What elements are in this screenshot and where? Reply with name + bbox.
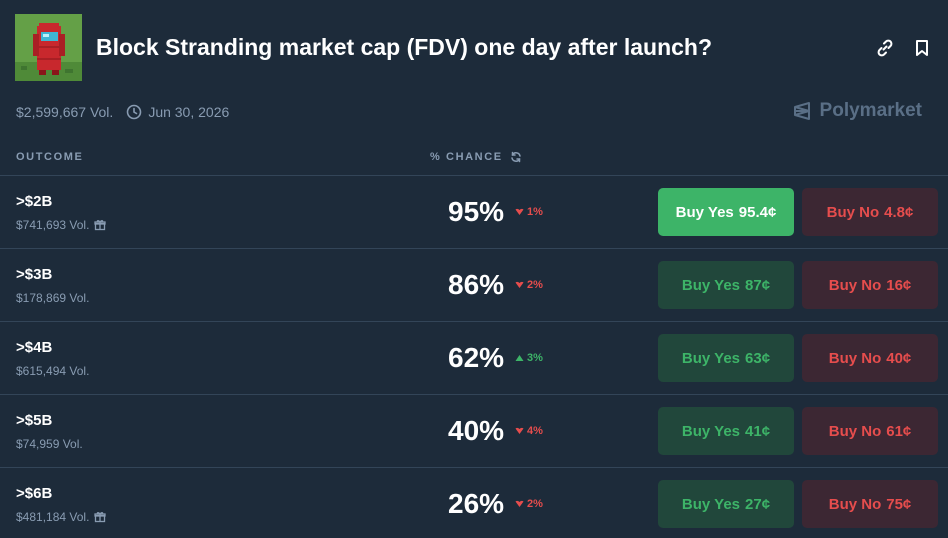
trend-down-icon (515, 500, 524, 507)
total-volume: $2,599,667 Vol. (16, 104, 114, 120)
buy-no-label: Buy No (828, 495, 882, 513)
outcome-chance: 86% (448, 269, 505, 300)
outcome-row[interactable]: >$2B $741,693 Vol. 95% 1% Buy Yes 95.4¢ Buy No… (0, 175, 948, 248)
buy-yes-button[interactable]: Buy Yes 41¢ (658, 407, 794, 455)
outcome-volume-text: $741,693 Vol. (16, 218, 90, 232)
buy-no-price: 40¢ (886, 349, 912, 367)
polymarket-icon (793, 102, 810, 120)
brand-name: Polymarket (819, 100, 922, 121)
outcome-volume: $74,959 Vol. (16, 437, 83, 451)
outcome-label: >$3B (16, 266, 53, 283)
buy-no-button[interactable]: Buy No 75¢ (802, 480, 938, 528)
buy-yes-price: 41¢ (745, 422, 771, 440)
buy-yes-label: Buy Yes (681, 349, 741, 367)
end-date-text: Jun 30, 2026 (148, 104, 230, 120)
buy-yes-price: 87¢ (745, 276, 771, 294)
outcome-column-header: OUTCOME (16, 151, 84, 163)
gift-icon (94, 219, 107, 231)
buy-yes-label: Buy Yes (681, 276, 741, 294)
outcome-row[interactable]: >$5B $74,959 Vol. 40% 4% Buy Yes 41¢ Buy No 61¢ (0, 394, 948, 467)
trend-down-icon (515, 208, 524, 215)
link-icon[interactable] (875, 38, 895, 58)
outcome-row[interactable]: >$4B $615,494 Vol. 62% 3% Buy Yes 63¢ Buy No 40… (0, 321, 948, 394)
chance-change: 2% (515, 498, 543, 510)
buy-yes-button[interactable]: Buy Yes 87¢ (658, 261, 794, 309)
outcome-row[interactable]: >$6B $481,184 Vol. 26% 2% Buy Yes 27¢ Buy No 75… (0, 467, 948, 538)
gift-icon (94, 511, 107, 523)
buy-yes-button[interactable]: Buy Yes 27¢ (658, 480, 794, 528)
chance-change-value: 1% (527, 206, 543, 218)
clock-icon (127, 104, 142, 120)
chance-change-value: 3% (527, 352, 543, 364)
trend-up-icon (515, 355, 524, 361)
buy-no-label: Buy No (826, 203, 880, 221)
buy-yes-label: Buy Yes (675, 203, 734, 221)
outcome-volume-text: $615,494 Vol. (16, 364, 90, 378)
outcome-volume-text: $74,959 Vol. (16, 437, 83, 451)
trend-down-icon (515, 427, 524, 434)
outcome-volume-text: $481,184 Vol. (16, 510, 90, 524)
outcome-label: >$2B (16, 193, 53, 210)
buy-no-button[interactable]: Buy No 4.8¢ (802, 188, 938, 236)
chance-change-value: 4% (527, 425, 543, 437)
buy-no-price: 75¢ (886, 495, 912, 513)
chance-change: 4% (515, 425, 543, 437)
outcome-label: >$4B (16, 339, 53, 356)
outcome-chance: 26% (448, 488, 505, 519)
polymarket-logo[interactable]: Polymarket (791, 100, 922, 122)
outcome-volume: $481,184 Vol. (16, 510, 107, 524)
buy-yes-price: 27¢ (745, 495, 771, 513)
buy-yes-button[interactable]: Buy Yes 63¢ (658, 334, 794, 382)
outcome-volume: $741,693 Vol. (16, 218, 107, 232)
outcome-volume-text: $178,869 Vol. (16, 291, 90, 305)
buy-no-price: 4.8¢ (884, 203, 914, 221)
outcome-label: >$5B (16, 412, 53, 429)
outcome-volume: $178,869 Vol. (16, 291, 89, 305)
outcome-volume: $615,494 Vol. (16, 364, 89, 378)
chance-column-header: % CHANCE (430, 151, 522, 163)
chance-change-value: 2% (527, 279, 543, 291)
bookmark-icon[interactable] (912, 38, 932, 58)
chance-change-value: 2% (527, 498, 543, 510)
outcome-chance: 40% (448, 415, 505, 446)
pixel-character-icon (15, 14, 82, 81)
end-date: Jun 30, 2026 (126, 104, 229, 120)
market-header: Block Stranding market cap (FDV) one day… (15, 14, 935, 82)
refresh-icon[interactable] (510, 151, 522, 163)
buy-yes-price: 95.4¢ (738, 203, 777, 221)
buy-no-button[interactable]: Buy No 40¢ (802, 334, 938, 382)
buy-no-price: 16¢ (886, 276, 912, 294)
outcome-list: >$2B $741,693 Vol. 95% 1% Buy Yes 95.4¢ Buy No… (0, 175, 948, 538)
chance-change: 3% (515, 352, 543, 364)
chance-column-label: % CHANCE (430, 151, 503, 163)
outcome-chance: 62% (448, 342, 505, 373)
outcome-chance: 95% (448, 196, 505, 227)
trend-down-icon (515, 281, 524, 288)
outcome-row[interactable]: >$3B $178,869 Vol. 86% 2% Buy Yes 87¢ Buy No 16… (0, 248, 948, 321)
market-meta: $2,599,667 Vol. Jun 30, 2026 (16, 103, 229, 121)
buy-no-label: Buy No (828, 276, 882, 294)
market-avatar (15, 14, 82, 81)
buy-no-label: Buy No (828, 349, 882, 367)
buy-no-button[interactable]: Buy No 61¢ (802, 407, 938, 455)
chance-change: 2% (515, 279, 543, 291)
buy-yes-price: 63¢ (745, 349, 771, 367)
buy-no-price: 61¢ (886, 422, 912, 440)
outcome-label: >$6B (16, 485, 53, 502)
buy-yes-label: Buy Yes (681, 422, 741, 440)
chance-change: 1% (515, 206, 543, 218)
buy-yes-label: Buy Yes (681, 495, 741, 513)
buy-no-label: Buy No (828, 422, 882, 440)
buy-no-button[interactable]: Buy No 16¢ (802, 261, 938, 309)
page-title: Block Stranding market cap (FDV) one day… (96, 34, 713, 60)
buy-yes-button[interactable]: Buy Yes 95.4¢ (658, 188, 794, 236)
